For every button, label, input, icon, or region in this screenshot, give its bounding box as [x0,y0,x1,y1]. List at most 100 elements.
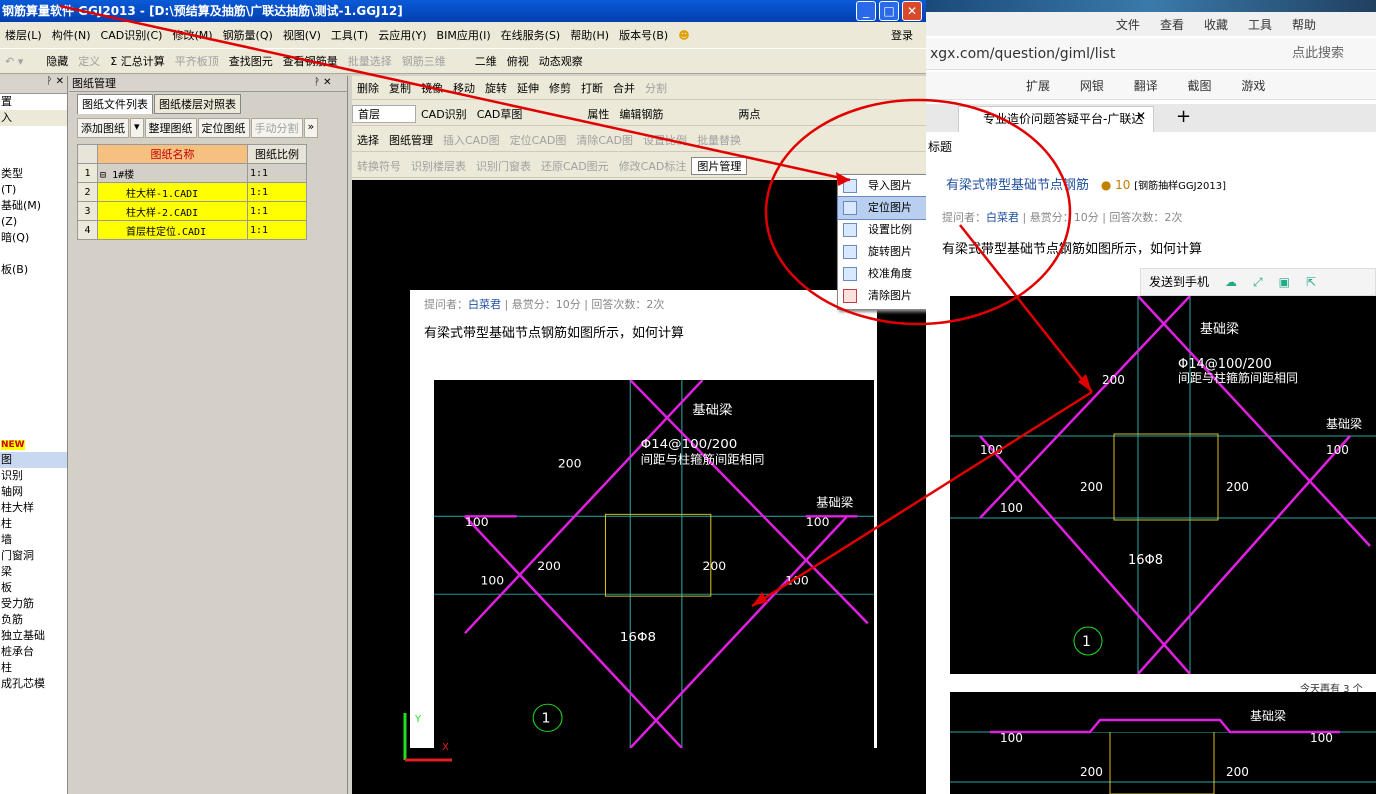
pin-close-icon[interactable]: ᚹ ✕ [0,76,67,94]
nav-item[interactable]: 置 [0,94,67,110]
ext-games[interactable]: 游戏 [1215,79,1265,93]
rotate-button[interactable]: 旋转 [480,80,512,96]
menu-view[interactable]: 视图(V) [278,27,326,43]
nav-item[interactable]: 板 [0,580,67,596]
close-button[interactable]: ✕ [902,1,922,21]
ext-bank[interactable]: 网银 [1054,79,1104,93]
locate-drawing-button[interactable]: 定位图纸 [197,118,250,138]
copy-button[interactable]: 复制 [384,80,416,96]
nav-item[interactable]: 梁 [0,564,67,580]
menu-online[interactable]: 在线服务(S) [496,27,566,43]
cloud-icon[interactable]: ☁ [1217,269,1245,295]
nav-item[interactable]: (T) [0,182,67,198]
dynamic-view-button[interactable]: 动态观察 [534,53,588,69]
menu-tools[interactable]: 工具(T) [326,27,373,43]
ext-extend[interactable]: 扩展 [926,79,1050,93]
nav-item[interactable]: 桩承台 [0,644,67,660]
tab-close-icon[interactable]: ✕ [1136,109,1146,123]
save-icon[interactable]: ▣ [1271,269,1298,295]
find-element-button[interactable]: 查找图元 [224,53,278,69]
menu-modify[interactable]: 修改(M) [167,27,217,43]
nav-item[interactable]: 识别 [0,468,67,484]
new-tab-icon[interactable]: + [1176,106,1191,127]
rebar-3d-button[interactable]: 钢筋三维 [397,53,451,69]
tab-floor-mapping[interactable]: 图纸楼层对照表 [154,94,241,114]
menu-version[interactable]: 版本号(B) [614,27,673,43]
browser-menu-help[interactable]: 帮助 [1282,16,1326,33]
clear-cad-button[interactable]: 清除CAD图 [571,132,638,148]
table-row[interactable]: 3 柱大样-2.CADI 1:1 [77,201,307,221]
hide-button[interactable]: 隐藏 [28,53,73,69]
nav-item[interactable]: 独立基础 [0,628,67,644]
address-bar[interactable]: xgx.com/question/giml/list 点此搜索 [926,38,1376,70]
table-row[interactable]: 1 ⊟ 1#楼 1:1 [77,163,307,183]
table-row[interactable]: 2 柱大样-1.CADI 1:1 [77,182,307,202]
2d-dropdown[interactable]: 二维 [451,53,502,69]
nav-item[interactable]: 柱大样 [0,500,67,516]
define-button[interactable]: 定义 [73,53,105,69]
mirror-button[interactable]: 镜像 [416,80,448,96]
nav-item[interactable]: 柱 [0,660,67,676]
nav-item[interactable]: 受力筋 [0,596,67,612]
picture-manage-button[interactable]: 图片管理 [691,156,748,175]
ext-screenshot[interactable]: 截图 [1162,79,1212,93]
view-rebar-button[interactable]: 查看钢筋量 [278,53,343,69]
restore-cad-button[interactable]: 还原CAD图元 [536,158,614,174]
menu-component[interactable]: 构件(N) [47,27,96,43]
browser-menu-tools[interactable]: 工具 [1238,16,1282,33]
col-name-header[interactable]: 图纸名称 [97,144,248,164]
summary-calc-button[interactable]: Σ 汇总计算 [105,53,169,69]
merge-button[interactable]: 合并 [608,80,640,96]
flush-slab-button[interactable]: 平齐板顶 [170,53,224,69]
undo-icon[interactable]: ↶ ▾ [0,55,28,68]
add-drawing-button[interactable]: 添加图纸 [77,118,129,138]
modify-cad-dim-button[interactable]: 修改CAD标注 [614,158,692,174]
menu-rebar-qty[interactable]: 钢筋量(Q) [218,27,278,43]
set-scale-button[interactable]: 设置比例 [638,132,692,148]
nav-item[interactable]: 暗(Q) [0,230,67,246]
question-image[interactable]: 1 基础梁 基础梁 Φ14@100/200 间距与柱箍筋间距相同 16Φ8 20… [950,295,1376,675]
convert-symbol-button[interactable]: 转换符号 [352,158,406,174]
minimize-button[interactable]: _ [856,1,876,21]
delete-button[interactable]: 删除 [352,80,384,96]
select-button[interactable]: 选择 [352,132,384,148]
collapse-icon[interactable]: ⊟ [100,170,106,181]
batch-select-button[interactable]: 批量选择 [343,53,397,69]
recognize-door-table-button[interactable]: 识别门窗表 [471,158,536,174]
question-image-2[interactable]: 基础梁 200 200 100 100 [950,692,1376,794]
browser-menu-favorites[interactable]: 收藏 [1194,16,1238,33]
break-button[interactable]: 打断 [576,80,608,96]
recognize-floor-table-button[interactable]: 识别楼层表 [406,158,471,174]
nav-item[interactable]: 成孔芯模 [0,676,67,692]
pin-close-icon[interactable]: ᚹ ✕ [314,77,332,88]
menu-cloud[interactable]: 云应用(Y) [373,27,431,43]
nav-item-drawing[interactable]: 图 [0,452,67,468]
menu-cad-recognize[interactable]: CAD识别(C) [96,27,168,43]
table-row[interactable]: 4 首层柱定位.CADI 1:1 [77,220,307,240]
nav-item[interactable]: 轴网 [0,484,67,500]
nav-item[interactable]: 入 [0,110,67,126]
trim-button[interactable]: 修剪 [544,80,576,96]
nav-item[interactable]: 柱 [0,516,67,532]
batch-replace-button[interactable]: 批量替换 [692,132,746,148]
extend-button[interactable]: 延伸 [512,80,544,96]
locate-cad-button[interactable]: 定位CAD图 [505,132,572,148]
browser-menu-view[interactable]: 查看 [1150,16,1194,33]
edit-rebar-button[interactable]: 编辑钢筋 [614,106,668,122]
nav-item[interactable]: 板(B) [0,262,67,278]
ext-translate[interactable]: 翻译 [1108,79,1158,93]
menu-floor[interactable]: 楼层(L) [0,27,47,43]
manual-split-button[interactable]: 手动分割 [250,118,303,138]
nav-item[interactable]: 负筋 [0,612,67,628]
login-button[interactable]: 登录 [886,27,918,43]
inserted-picture[interactable]: 提问者：白菜君 | 悬赏分：10分 | 回答次数：2次 有梁式带型基础节点钢筋如… [410,290,877,749]
split-button[interactable]: 分割 [640,80,672,96]
two-point-button[interactable]: 两点 [668,106,765,122]
cad-sketch-select[interactable]: CAD草图 [472,106,528,122]
properties-button[interactable]: 属性 [527,106,614,122]
question-title-link[interactable]: 有梁式带型基础节点钢筋 [946,178,1089,193]
add-drawing-dropdown[interactable]: ▾ [130,118,144,138]
menu-bim[interactable]: BIM应用(I) [432,27,496,43]
search-box[interactable]: 点此搜索 [1292,38,1344,70]
menu-help[interactable]: 帮助(H) [565,27,614,43]
